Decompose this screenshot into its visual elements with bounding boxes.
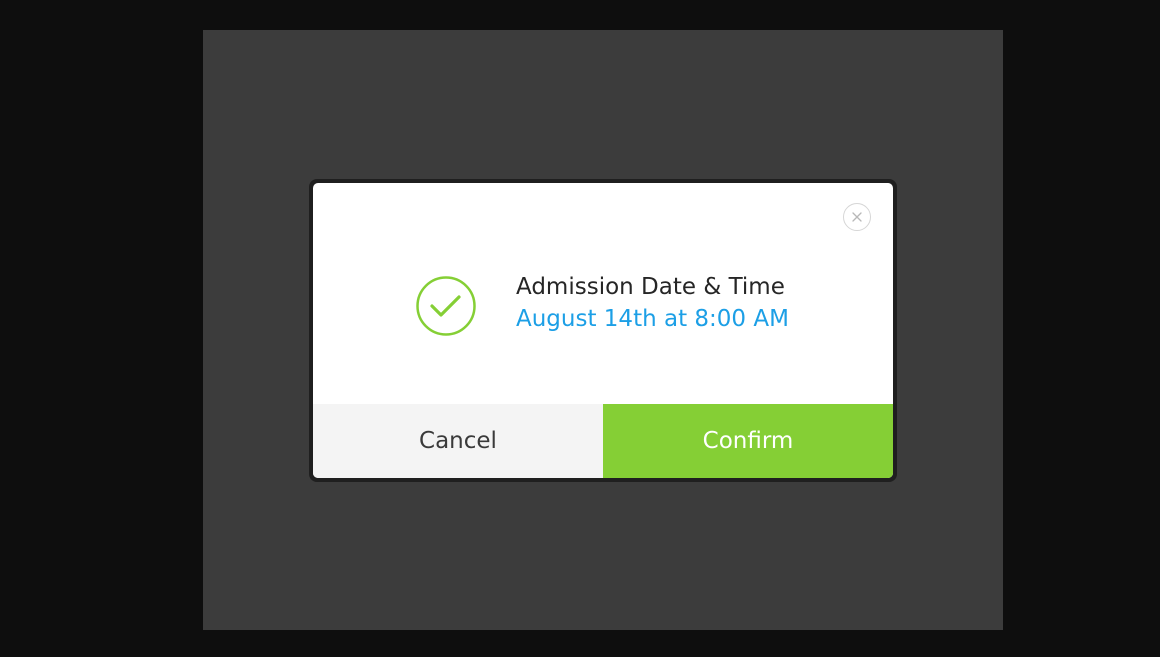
confirm-button[interactable]: Confirm — [603, 404, 893, 478]
close-button[interactable] — [843, 203, 871, 231]
dialog-actions: Cancel Confirm — [313, 404, 893, 478]
dialog-title: Admission Date & Time — [516, 274, 785, 300]
close-icon — [852, 212, 862, 222]
dialog-frame: Admission Date & Time August 14th at 8:0… — [309, 179, 897, 482]
admission-info: Admission Date & Time August 14th at 8:0… — [516, 271, 856, 335]
checkmark-circle-icon — [416, 276, 476, 336]
cancel-button[interactable]: Cancel — [313, 404, 603, 478]
confirmation-dialog: Admission Date & Time August 14th at 8:0… — [313, 183, 893, 478]
admission-datetime: August 14th at 8:00 AM — [516, 306, 789, 332]
